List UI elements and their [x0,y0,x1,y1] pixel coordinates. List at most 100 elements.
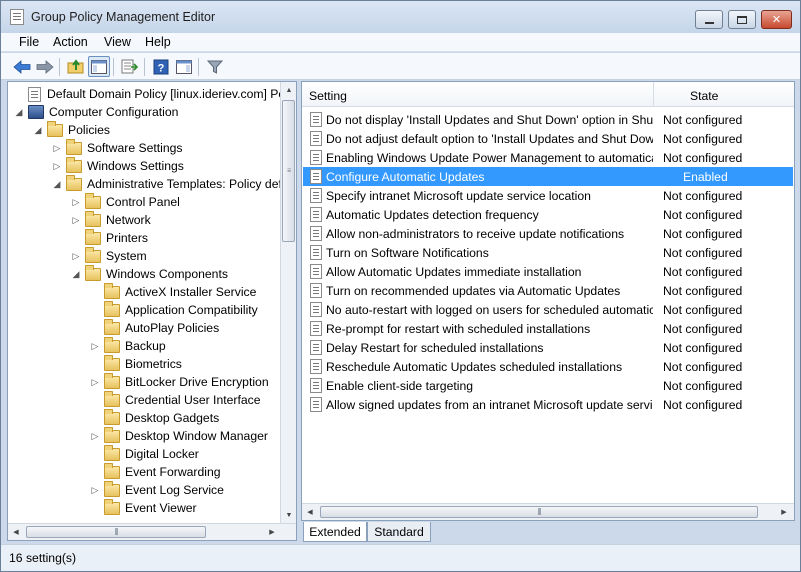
column-header-setting[interactable]: Setting [309,89,347,103]
tab-extended[interactable]: Extended [303,522,367,542]
tree-node[interactable]: ◢ Windows Components [71,264,228,283]
tree-node[interactable]: Application Compatibility [90,300,258,319]
table-row[interactable]: Specify intranet Microsoft update servic… [303,186,793,205]
list-hscroll-thumb[interactable]: ||| [320,506,758,518]
tree-node[interactable]: Desktop Gadgets [90,408,219,427]
scroll-right-arrow[interactable]: ▶ [776,504,792,520]
maximize-button[interactable] [728,10,756,29]
tree-node[interactable]: Biometrics [90,354,182,373]
collapsed-arrow-icon[interactable]: ▷ [52,143,62,153]
table-row[interactable]: Turn on Software Notifications Not config… [303,243,793,262]
collapsed-arrow-icon[interactable]: ▷ [90,377,100,387]
tree-node[interactable]: Event Forwarding [90,462,221,481]
tree-node[interactable]: Credential User Interface [90,390,261,409]
tree-vscroll-thumb[interactable]: ≡ [282,100,295,242]
tree-node[interactable]: ▷ Control Panel [71,192,180,211]
table-row[interactable]: Do not adjust default option to 'Install… [303,129,793,148]
tree-node[interactable]: ActiveX Installer Service [90,282,256,301]
scroll-left-arrow[interactable]: ◀ [302,504,318,520]
table-row[interactable]: Allow non-administrators to receive upda… [303,224,793,243]
table-row[interactable]: Reschedule Automatic Updates scheduled i… [303,357,793,376]
tree-node[interactable]: AutoPlay Policies [90,318,219,337]
collapsed-arrow-icon[interactable]: ▷ [90,485,100,495]
list-horizontal-scrollbar[interactable]: ◀ ||| ▶ [302,503,794,520]
tree-node[interactable]: ◢ Administrative Templates: Policy defini… [52,174,296,193]
collapsed-arrow-icon[interactable]: ▷ [71,215,81,225]
tree-node[interactable]: ▷ Desktop Window Manager [90,426,268,445]
show-hide-console-tree-button[interactable] [88,56,110,77]
tree-node[interactable]: ◢ Policies [33,120,110,139]
tree-node[interactable]: Printers [71,228,148,247]
tree-node[interactable]: ▷ System [71,246,147,265]
table-row[interactable]: Allow signed updates from an intranet Mi… [303,395,793,414]
show-hide-action-pane-button[interactable] [173,56,195,77]
tree-node[interactable]: ▷ Backup [90,336,166,355]
tab-standard[interactable]: Standard [367,522,431,542]
table-row[interactable]: Do not display 'Install Updates and Shut… [303,110,793,129]
tree-node[interactable]: Digital Locker [90,444,199,463]
collapsed-arrow-icon[interactable]: ▷ [90,341,100,351]
tree-horizontal-scrollbar[interactable]: ◀ ||| ▶ [8,523,296,540]
expanded-arrow-icon[interactable]: ◢ [71,269,81,279]
menu-file[interactable]: File [19,35,39,49]
setting-state: Not configured [663,189,743,203]
table-row[interactable]: Turn on recommended updates via Automati… [303,281,793,300]
tree-node[interactable]: ▷ Software Settings [52,138,183,157]
table-row[interactable]: Enabling Windows Update Power Management… [303,148,793,167]
help-button[interactable]: ? [150,56,172,77]
tree-node[interactable]: ▷ Windows Settings [52,156,184,175]
up-one-level-button[interactable] [65,56,87,77]
expanded-arrow-icon[interactable]: ◢ [52,179,62,189]
table-row[interactable]: No auto-restart with logged on users for… [303,300,793,319]
table-row[interactable]: Re-prompt for restart with scheduled ins… [303,319,793,338]
scroll-down-arrow[interactable]: ▼ [281,507,296,523]
tree-vertical-scrollbar[interactable]: ▲ ≡ ▼ [280,82,296,524]
column-header-state[interactable]: State [690,89,718,103]
console-tree[interactable]: Default Domain Policy [linux.ideriev.com… [7,81,297,541]
table-row[interactable]: Allow Automatic Updates immediate instal… [303,262,793,281]
scroll-right-arrow[interactable]: ▶ [264,524,280,540]
tree-hscroll-thumb[interactable]: ||| [26,526,206,538]
expanded-arrow-icon[interactable]: ◢ [33,125,43,135]
tree-node[interactable]: Event Viewer [90,498,197,517]
close-button[interactable]: ✕ [761,10,792,29]
filter-button[interactable] [204,56,226,77]
table-row[interactable]: Delay Restart for scheduled installation… [303,338,793,357]
menu-action[interactable]: Action [53,35,88,49]
tree-node-label: Credential User Interface [125,393,261,407]
setting-state: Not configured [663,284,743,298]
policy-document-icon [28,86,41,102]
back-button[interactable] [11,56,33,77]
collapsed-arrow-icon[interactable]: ▷ [71,197,81,207]
settings-list[interactable]: Setting State Do not display 'Install Up… [301,81,795,521]
folder-icon [66,174,82,191]
scroll-left-arrow[interactable]: ◀ [8,524,24,540]
tree-node[interactable]: ◢ Computer Configuration [14,103,178,121]
tree-node[interactable]: ▷ Network [71,210,151,229]
tree-node[interactable]: ▷ BitLocker Drive Encryption [90,372,269,391]
minimize-button[interactable] [695,10,723,29]
policy-setting-icon [310,283,322,298]
tree-node-label: Software Settings [87,141,183,155]
collapsed-arrow-icon[interactable]: ▷ [90,431,100,441]
table-row[interactable]: Configure Automatic Updates Enabled [303,167,793,186]
expanded-arrow-icon[interactable]: ◢ [14,107,24,117]
action-pane-icon [176,59,192,74]
title-bar[interactable]: Group Policy Management Editor ✕ [1,1,800,33]
table-row[interactable]: Enable client-side targeting Not configur… [303,376,793,395]
tree-node-label: Backup [125,339,166,353]
forward-button[interactable] [34,56,56,77]
scroll-up-arrow[interactable]: ▲ [281,82,296,98]
tree-node[interactable]: Default Domain Policy [linux.ideriev.com… [14,85,296,103]
export-list-button[interactable] [119,56,141,77]
table-row[interactable]: Automatic Updates detection frequency Not… [303,205,793,224]
policy-setting-icon [310,378,322,393]
menu-help[interactable]: Help [145,35,171,49]
tree-node[interactable]: ▷ Event Log Service [90,480,224,499]
collapsed-arrow-icon[interactable]: ▷ [52,161,62,171]
menu-view[interactable]: View [104,35,131,49]
collapsed-arrow-icon[interactable]: ▷ [71,251,81,261]
setting-state: Not configured [663,132,743,146]
column-divider[interactable] [653,82,654,107]
